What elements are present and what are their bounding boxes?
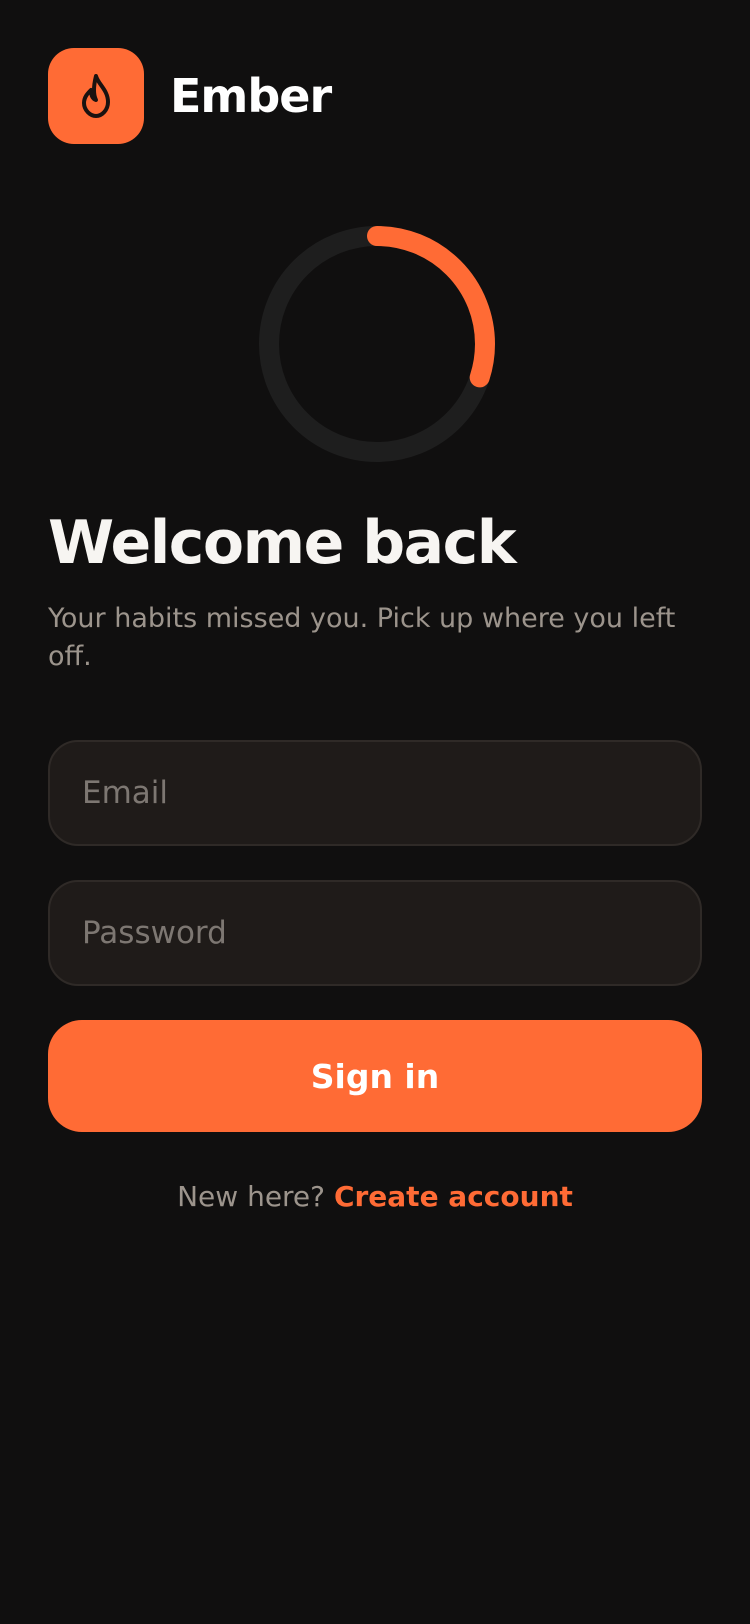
create-account-link[interactable]: Create account bbox=[334, 1180, 573, 1213]
sign-in-button[interactable]: Sign in bbox=[48, 1020, 702, 1132]
app-name: Ember bbox=[170, 69, 332, 123]
progress-ring bbox=[259, 226, 495, 462]
signup-prompt-text: New here? bbox=[177, 1180, 326, 1213]
app-header: Ember bbox=[48, 48, 332, 144]
flame-icon bbox=[82, 74, 110, 118]
email-field[interactable] bbox=[48, 740, 702, 846]
password-field[interactable] bbox=[48, 880, 702, 986]
signup-prompt: New here? Create account bbox=[0, 1180, 750, 1213]
page-subtitle: Your habits missed you. Pick up where yo… bbox=[48, 603, 676, 672]
app-logo bbox=[48, 48, 144, 144]
page-title: Welcome back bbox=[48, 508, 517, 578]
